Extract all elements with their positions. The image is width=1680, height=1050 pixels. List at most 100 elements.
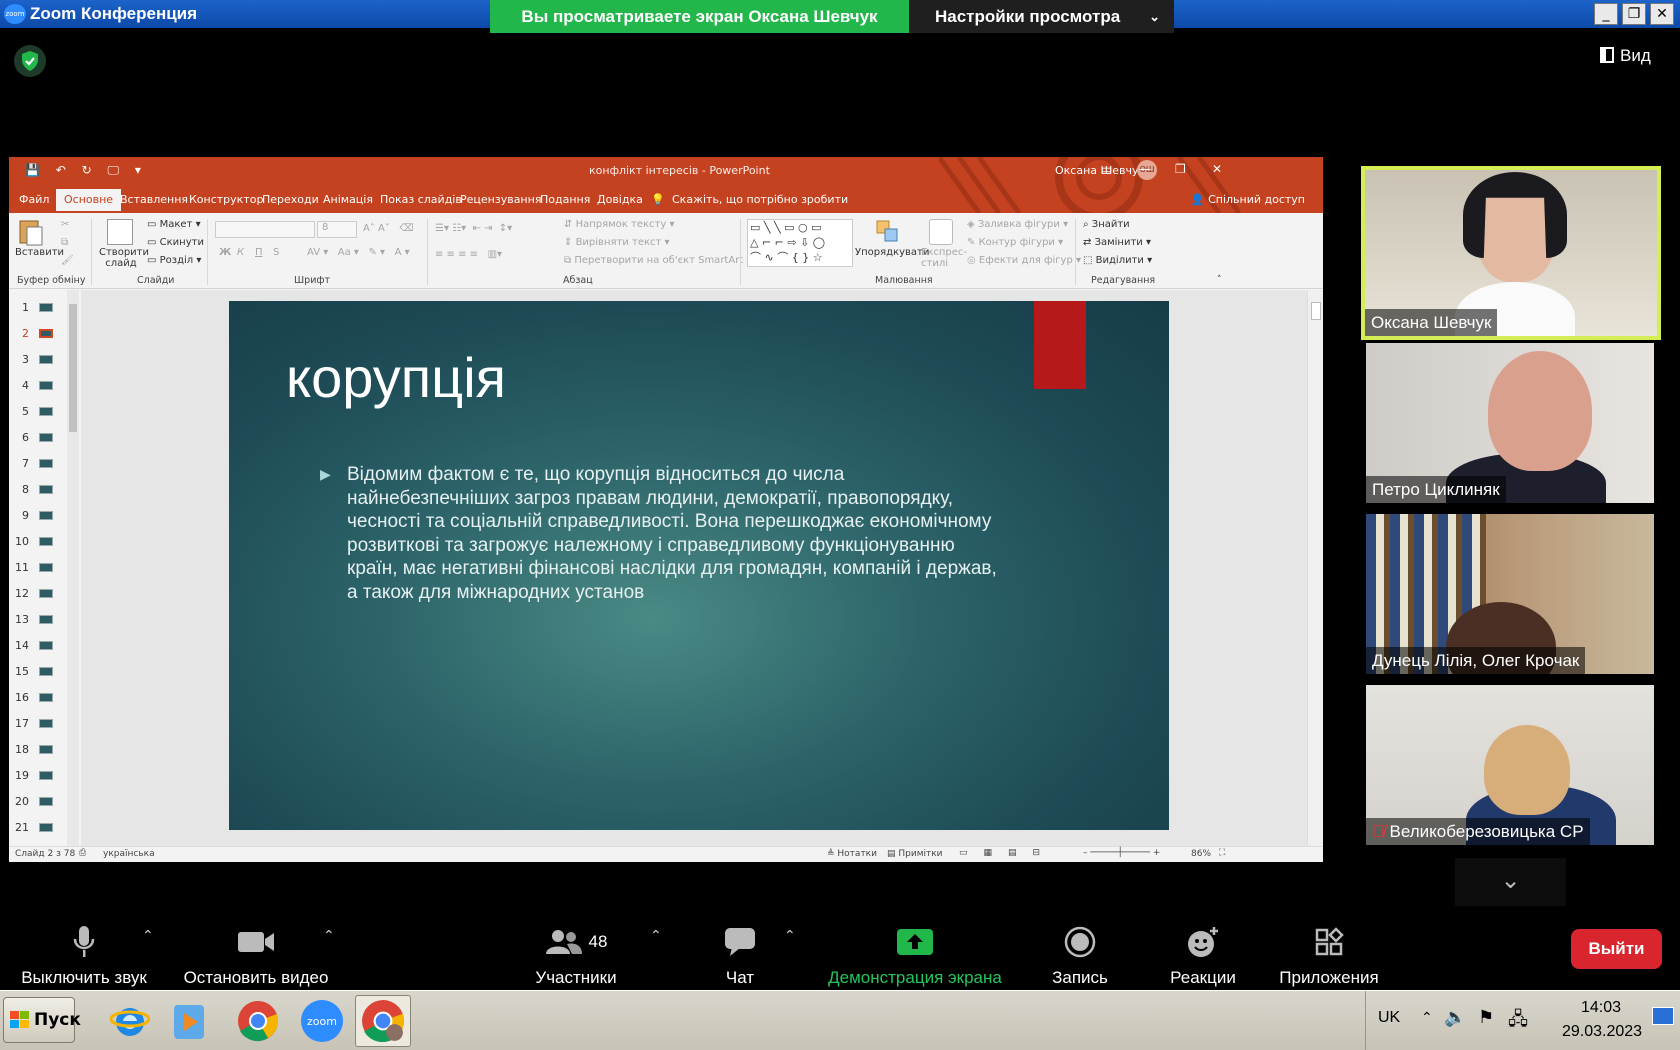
tab-design[interactable]: Конструктор [189, 193, 263, 206]
char-spacing-icon[interactable]: AV ▾ Aa ▾ ✎ ▾ A ▾ [307, 247, 410, 258]
zoom-slider[interactable]: – ─────┼───── + [1083, 848, 1160, 858]
slide-thumbnail[interactable]: 20 [13, 790, 69, 814]
new-slide-icon[interactable] [107, 219, 133, 245]
slide-scrollbar[interactable] [1307, 290, 1323, 846]
slide-thumbnail[interactable]: 6 [13, 426, 69, 450]
bold-button[interactable]: Ж [219, 247, 231, 258]
chat-options-caret[interactable]: ⌃ [784, 928, 796, 944]
collapse-ribbon-icon[interactable]: ˄ [1217, 275, 1222, 285]
participant-tile[interactable]: Петро Циклиняк [1366, 343, 1654, 503]
slide-thumbnail[interactable]: 13 [13, 608, 69, 632]
select-button[interactable]: ⬚ Виділити ▾ [1083, 255, 1152, 266]
font-grow-icon[interactable]: A˄ A˅ ⌫ [363, 223, 414, 234]
encryption-shield-icon[interactable] [14, 45, 46, 77]
chrome-profile-icon[interactable] [355, 995, 411, 1047]
shape-outline-button[interactable]: ✎ Контур фігури ▾ [967, 237, 1063, 248]
tray-expand-icon[interactable]: ⌃ [1421, 1009, 1433, 1026]
tab-file[interactable]: Файл [19, 193, 49, 206]
bullets-icon[interactable]: ☰▾ ☷▾ ⇤ ⇥ ↕▾ [435, 223, 512, 234]
arrange-button[interactable]: Упорядкувати [855, 247, 929, 258]
italic-button[interactable]: К [237, 247, 244, 258]
find-button[interactable]: ⌕ Знайти [1083, 219, 1130, 230]
slide-thumbnail[interactable]: 2 [13, 322, 69, 346]
tab-home[interactable]: Основне [56, 189, 122, 211]
smartart-button[interactable]: ⧉ Перетворити на об'єкт SmartArt ▾ [564, 255, 751, 266]
leave-meeting-button[interactable]: Выйти [1571, 929, 1662, 969]
action-center-flag-icon[interactable]: ⚑ [1478, 1007, 1494, 1028]
network-icon[interactable]: 🖧 [1508, 1007, 1528, 1037]
slide-thumbnail[interactable]: 12 [13, 582, 69, 606]
reset-button[interactable]: ▭ Скинути [147, 237, 204, 248]
slide-thumbnail[interactable]: 14 [13, 634, 69, 658]
cut-icon[interactable]: ✂ [61, 219, 69, 230]
tab-transitions[interactable]: Переходи [262, 193, 319, 206]
quick-styles-button[interactable]: Експрес-стилі [921, 247, 967, 269]
slide-thumbnail[interactable]: 3 [13, 348, 69, 372]
language-indicator[interactable]: українська [103, 849, 155, 859]
tab-review[interactable]: Рецензування [460, 193, 541, 206]
clock-time[interactable]: 14:03 [1581, 999, 1621, 1017]
align-text-button[interactable]: ⇕ Вирівняти текст ▾ [564, 237, 670, 248]
video-options-caret[interactable]: ⌃ [323, 928, 335, 944]
share-button[interactable]: 👤 Спільний доступ [1191, 193, 1305, 206]
replace-button[interactable]: ⇄ Замінити ▾ [1083, 237, 1151, 248]
comments-button[interactable]: ▤ Примітки [887, 849, 943, 859]
slide-thumbnail[interactable]: 21 [13, 816, 69, 840]
ppt-restore-icon[interactable]: ❐ [1175, 162, 1186, 176]
thumbnails-scroll-thumb[interactable] [69, 304, 77, 432]
tab-animations[interactable]: Анімація [323, 193, 373, 206]
quick-access-toolbar[interactable]: 💾 ↶ ↻ 🖵 ▾ [25, 163, 147, 178]
current-slide[interactable]: корупція ▶ Відомим фактом є те, що коруп… [229, 301, 1169, 830]
ribbon-display-icon[interactable]: ▭ [1101, 162, 1112, 176]
share-screen-button[interactable]: Демонстрация экрана [816, 920, 1014, 988]
font-name-combo[interactable] [215, 221, 315, 238]
copy-icon[interactable]: ⧉ [61, 237, 68, 248]
stop-video-button[interactable]: Остановить видео [176, 920, 336, 988]
record-button[interactable]: Запись [1040, 920, 1120, 988]
language-indicator[interactable]: UK [1378, 1009, 1400, 1027]
format-painter-icon[interactable]: 🖌 [61, 255, 74, 266]
participant-tile[interactable]: Дунець Лілія, Олег Крочак [1366, 514, 1654, 674]
zoom-level[interactable]: 86% [1191, 849, 1211, 859]
show-desktop-icon[interactable] [1652, 1007, 1674, 1025]
tab-view[interactable]: Подання [540, 193, 590, 206]
tell-me-search[interactable]: Скажіть, що потрібно зробити [672, 193, 848, 206]
participants-button[interactable]: 48 Участники [526, 920, 626, 988]
shape-fill-button[interactable]: ◈ Заливка фігури ▾ [967, 219, 1068, 230]
apps-button[interactable]: Приложения [1272, 920, 1386, 988]
internet-explorer-icon[interactable] [102, 995, 158, 1047]
slide-thumbnail[interactable]: 7 [13, 452, 69, 476]
slide-thumbnail[interactable]: 9 [13, 504, 69, 528]
chat-button[interactable]: Чат [700, 920, 780, 988]
minimize-button[interactable]: _ [1594, 3, 1618, 25]
audio-options-caret[interactable]: ⌃ [142, 928, 154, 944]
slide-thumbnail[interactable]: 11 [13, 556, 69, 580]
slide-thumbnail[interactable]: 10 [13, 530, 69, 554]
maximize-button[interactable]: ❐ [1622, 3, 1646, 25]
align-icons[interactable]: ≡ ≡ ≡ ≡ ▥▾ [435, 249, 502, 260]
tab-help[interactable]: Довідка [597, 193, 643, 206]
layout-button[interactable]: ▭ Макет ▾ [147, 219, 201, 230]
gallery-scroll-down-button[interactable]: ⌄ [1455, 858, 1566, 906]
ppt-minimize-icon[interactable]: — [1139, 162, 1151, 176]
thumbnails-scrollbar[interactable] [67, 290, 79, 846]
paste-icon[interactable] [17, 217, 53, 247]
shapes-gallery[interactable]: ▭ ╲ ╲ ▭ ○ ▭ △ ⌐ ⌐ ⇨ ⇩ ◯ ⌒ ∿ ⌒ { } ☆ [747, 219, 853, 267]
spellcheck-icon[interactable]: ⎙ [79, 848, 86, 858]
section-button[interactable]: ▭ Розділ ▾ [147, 255, 201, 266]
view-button[interactable]: Вид [1600, 46, 1651, 66]
clock-date[interactable]: 29.03.2023 [1562, 1023, 1642, 1041]
notes-button[interactable]: ≜ Нотатки [827, 849, 877, 859]
participant-tile[interactable]: Оксана Шевчук [1361, 166, 1661, 340]
tab-slideshow[interactable]: Показ слайдів [380, 193, 462, 206]
start-button[interactable]: Пуск [3, 997, 81, 1043]
slide-scroll-thumb[interactable] [1311, 302, 1321, 320]
slide-thumbnail[interactable]: 18 [13, 738, 69, 762]
view-mode-icons[interactable]: ▭▦▤⊟ [959, 848, 1056, 858]
quick-styles-icon[interactable] [929, 219, 953, 245]
slide-thumbnail[interactable]: 17 [13, 712, 69, 736]
fit-slide-icon[interactable]: ⛶ [1219, 848, 1225, 858]
tab-insert[interactable]: Вставлення [120, 193, 188, 206]
underline-button[interactable]: П [255, 247, 263, 258]
view-options-button[interactable]: Настройки просмотра ⌄ [909, 0, 1174, 33]
